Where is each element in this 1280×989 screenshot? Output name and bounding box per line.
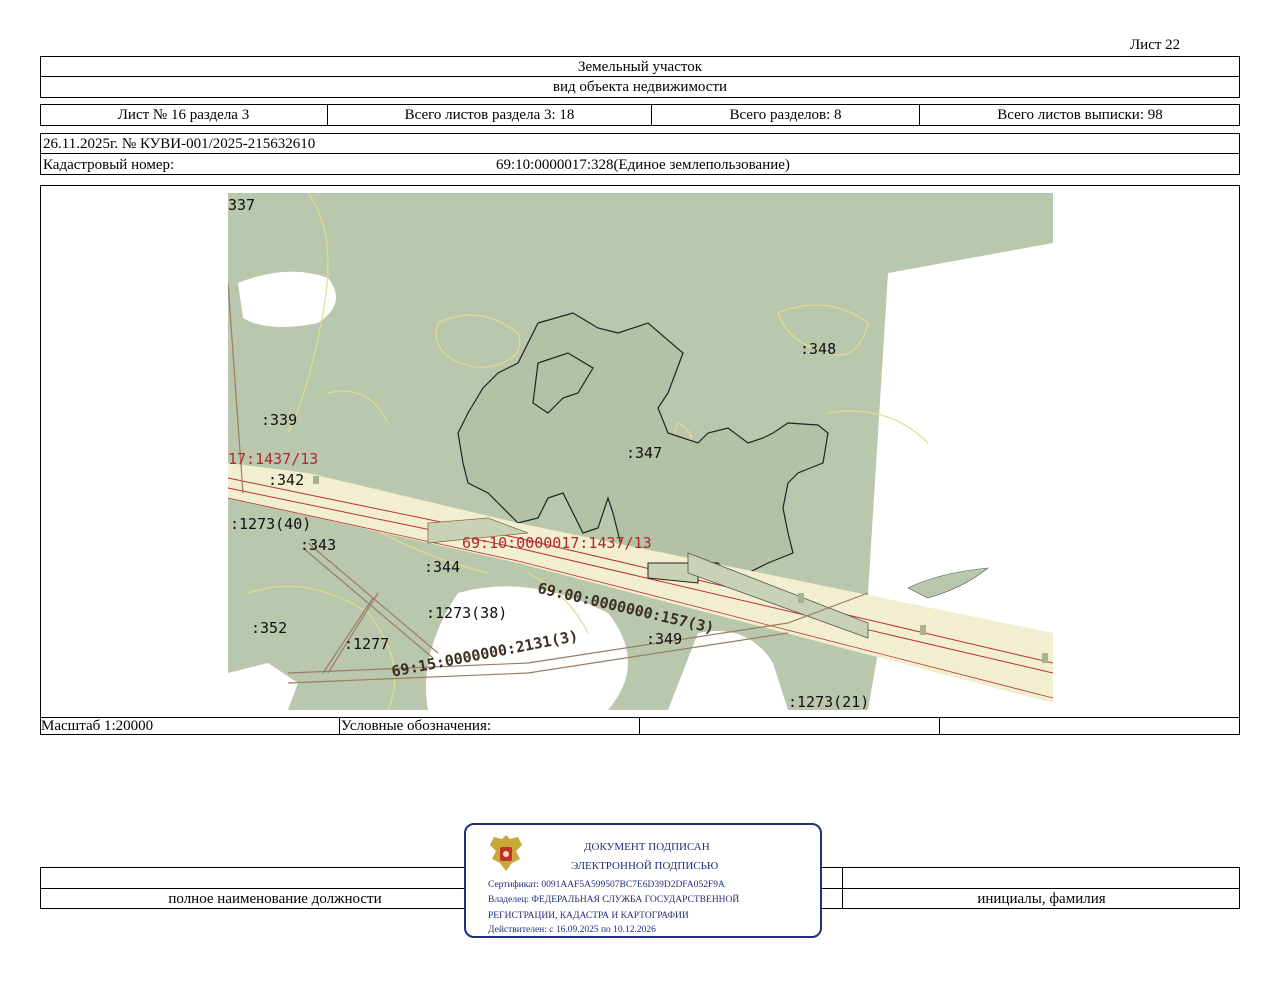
stamp-certificate: Сертификат: 0091AAF5A599507BC7E6D39D2DFA… (488, 880, 725, 890)
parcel-label-343: :343 (300, 536, 337, 554)
name-label: инициалы, фамилия (977, 891, 1106, 907)
position-label: полное наименование должности (168, 891, 382, 907)
parcel-label-1277: :1277 (344, 635, 390, 653)
parcel-label-1437-left: 17:1437/13 (228, 450, 319, 468)
cadastral-number: 69:10:0000017:328(Единое землепользовани… (496, 157, 790, 173)
stamp-owner2: РЕГИСТРАЦИИ, КАДАСТРА И КАРТОГРАФИИ (488, 911, 689, 921)
parcel-label-1437-main: 69:10:0000017:1437/13 (462, 534, 652, 552)
parcel-label-347: :347 (626, 444, 663, 462)
parcel-label-1273-38: :1273(38) (426, 604, 508, 622)
stamp-line1: ДОКУМЕНТ ПОДПИСАН (584, 841, 710, 853)
parcel-label-1273-40: :1273(40) (230, 515, 312, 533)
object-title: Земельный участок (577, 59, 703, 75)
stamp-owner1: Владелец: ФЕДЕРАЛЬНАЯ СЛУЖБА ГОСУДАРСТВЕ… (488, 895, 740, 905)
map-scale: Масштаб 1:20000 (41, 718, 154, 734)
parcel-label-352: :352 (251, 619, 288, 637)
e-signature-stamp: ДОКУМЕНТ ПОДПИСАН ЭЛЕКТРОННОЙ ПОДПИСЬЮ С… (464, 823, 822, 938)
parcel-label-349: :349 (646, 630, 683, 648)
sheet-label: Лист 22 (1130, 37, 1181, 53)
legend-label: Условные обозначения: (341, 718, 492, 734)
parcel-label-337: 337 (228, 196, 256, 214)
coat-of-arms-icon (490, 835, 522, 871)
cadastral-map: 337 :339 :348 :347 17:1437/13 :342 :1273… (228, 193, 1053, 710)
sections-total: Всего разделов: 8 (729, 107, 842, 123)
legend-row (40, 717, 1240, 735)
parcel-label-344: :344 (424, 558, 461, 576)
cadastral-label: Кадастровый номер: (43, 157, 175, 173)
object-subtitle: вид объекта недвижимости (552, 79, 728, 95)
parcel-label-339: :339 (261, 411, 298, 429)
document-number: 26.11.2025г. № КУВИ-001/2025-215632610 (43, 136, 316, 152)
sheet-number: Лист № 16 раздела 3 (117, 107, 250, 123)
extract-sheets-total: Всего листов выписки: 98 (997, 107, 1163, 123)
section-sheets-total: Всего листов раздела 3: 18 (404, 107, 575, 123)
stamp-line2: ЭЛЕКТРОННОЙ ПОДПИСЬЮ (571, 860, 719, 872)
parcel-label-348: :348 (800, 340, 837, 358)
parcel-label-342: :342 (268, 471, 305, 489)
stamp-valid: Действителен: с 16.09.2025 по 10.12.2026 (488, 925, 656, 935)
parcel-label-1273-21: :1273(21) (788, 693, 870, 710)
